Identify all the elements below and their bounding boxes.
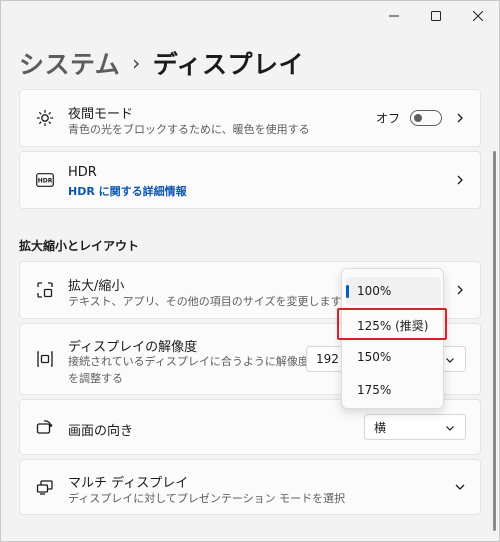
night-light-desc: 青色の光をブロックするために、暖色を使用する xyxy=(68,123,310,136)
night-light-card[interactable]: 夜間モード 青色の光をブロックするために、暖色を使用する オフ xyxy=(19,89,481,147)
multi-display-desc: ディスプレイに対してプレゼンテーション モードを選択 xyxy=(68,492,346,505)
scale-option-label: 150% xyxy=(357,350,392,364)
settings-window: システム › ディスプレイ 夜間モード 青色の光をブロックするために、暖色を使用… xyxy=(0,0,500,542)
resolution-desc-line1: 接続されているディスプレイに合うように解像度 xyxy=(68,355,309,368)
scale-option-175[interactable]: 175% xyxy=(346,376,441,404)
chevron-down-icon xyxy=(446,426,454,431)
scale-option-label: 175% xyxy=(357,383,392,397)
chevron-down-icon xyxy=(446,358,454,363)
breadcrumb-parent[interactable]: システム xyxy=(19,45,120,81)
night-light-title: 夜間モード xyxy=(68,107,134,122)
section-title-scale-layout: 拡大縮小とレイアウト xyxy=(19,239,140,253)
resolution-desc-line2: を調整する xyxy=(68,372,123,385)
hdr-icon: HDR xyxy=(36,171,54,189)
orientation-icon xyxy=(36,418,54,436)
orientation-value: 横 xyxy=(374,420,387,435)
close-button[interactable] xyxy=(457,1,499,31)
chevron-right-icon xyxy=(457,113,463,123)
brightness-icon xyxy=(36,109,54,127)
multi-display-icon xyxy=(36,478,54,496)
scale-option-100[interactable]: 100% xyxy=(346,277,441,305)
resolution-icon xyxy=(36,350,54,368)
chevron-down-icon xyxy=(455,484,465,490)
hdr-info-link[interactable]: HDR に関する詳細情報 xyxy=(68,183,187,199)
toggle-knob xyxy=(414,114,422,122)
highlight-box xyxy=(337,308,447,340)
scale-option-150[interactable]: 150% xyxy=(346,343,441,371)
resolution-value: 192 xyxy=(316,352,339,366)
night-light-toggle[interactable] xyxy=(410,110,442,126)
minimize-icon xyxy=(389,15,399,17)
minimize-button[interactable] xyxy=(373,1,415,31)
caption-buttons xyxy=(373,1,499,31)
orientation-select[interactable]: 横 xyxy=(364,414,466,440)
breadcrumb-separator: › xyxy=(132,51,141,75)
multi-display-title: マルチ ディスプレイ xyxy=(68,476,189,491)
orientation-title: 画面の向き xyxy=(68,424,134,439)
maximize-icon xyxy=(431,11,441,21)
selection-indicator xyxy=(346,285,349,298)
hdr-card[interactable]: HDR HDR HDR に関する詳細情報 xyxy=(19,151,481,209)
scrollbar[interactable] xyxy=(493,151,496,531)
svg-text:HDR: HDR xyxy=(38,178,53,185)
close-icon xyxy=(473,11,483,21)
multi-display-card[interactable]: マルチ ディスプレイ ディスプレイに対してプレゼンテーション モードを選択 xyxy=(19,459,481,515)
breadcrumb: システム › ディスプレイ xyxy=(19,45,304,81)
scale-icon xyxy=(36,281,54,299)
scale-desc: テキスト、アプリ、その他の項目のサイズを変更します xyxy=(68,295,342,308)
night-light-state: オフ xyxy=(375,111,400,126)
chevron-right-icon xyxy=(457,175,463,185)
page-title: ディスプレイ xyxy=(152,50,305,79)
chevron-right-icon xyxy=(457,285,463,295)
hdr-title: HDR xyxy=(68,165,97,180)
maximize-button[interactable] xyxy=(415,1,457,31)
scale-option-label: 100% xyxy=(357,284,392,298)
scale-title: 拡大/縮小 xyxy=(68,279,125,294)
